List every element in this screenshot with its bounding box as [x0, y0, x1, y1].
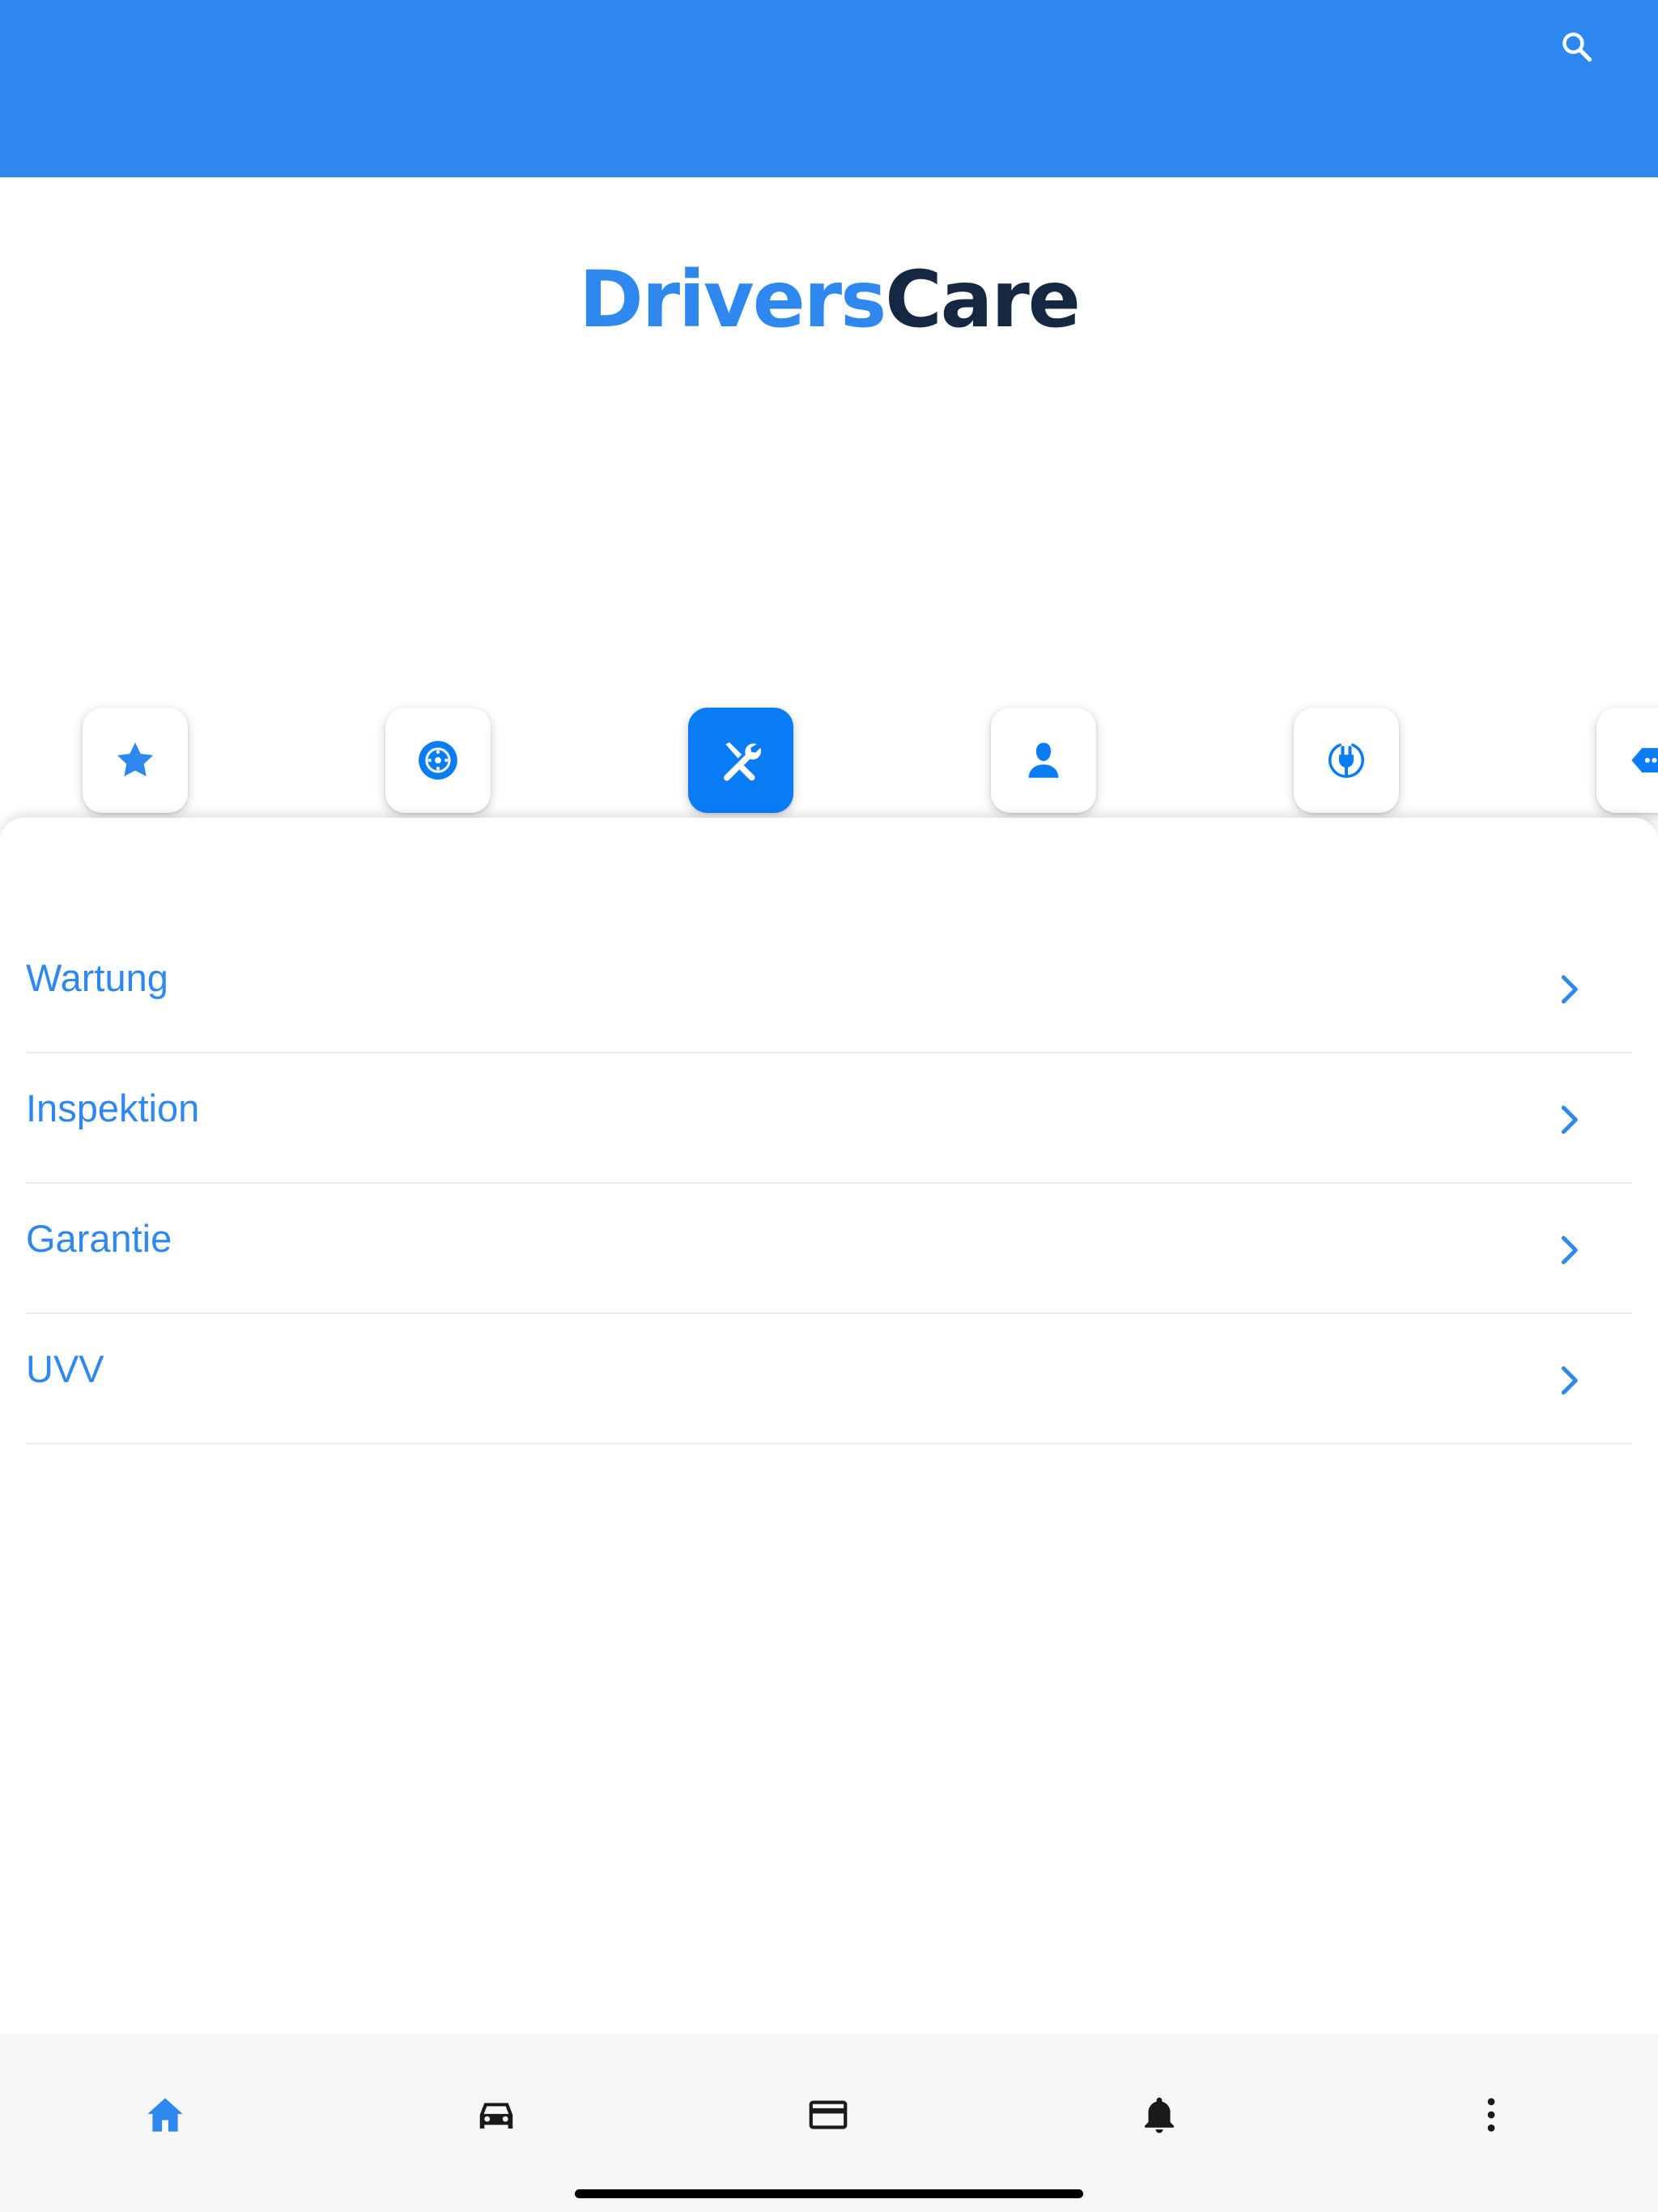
list-item[interactable]: Inspektion — [26, 1053, 1632, 1184]
logo-text-care: Care — [885, 254, 1081, 345]
tab-home[interactable] — [136, 2086, 194, 2144]
list-item[interactable]: Garantie — [26, 1184, 1632, 1314]
star-icon — [117, 742, 154, 776]
chevron-right-icon — [1561, 1236, 1578, 1265]
app-root: Drivers Care Wartung Inspektion Garantie… — [0, 0, 1658, 2212]
category-tiles — [0, 708, 1658, 815]
list-item-label: UVV — [26, 1347, 104, 1390]
logo-text-drivers: Drivers — [579, 254, 886, 345]
ev-plug-icon — [1329, 743, 1364, 778]
person-icon — [1028, 742, 1059, 778]
credit-card-icon — [809, 2100, 848, 2129]
car-icon — [479, 2103, 513, 2129]
home-icon — [147, 2098, 183, 2132]
tab-more[interactable] — [1462, 2086, 1520, 2144]
tab-payment[interactable] — [799, 2086, 857, 2144]
list-item-label: Inspektion — [26, 1087, 200, 1129]
category-tile-tires[interactable] — [385, 708, 491, 813]
service-menu-list: Wartung Inspektion Garantie UVV — [26, 923, 1632, 1444]
search-button[interactable] — [1548, 18, 1606, 76]
app-logo: Drivers Care — [0, 251, 1658, 348]
home-indicator — [575, 2189, 1083, 2198]
chevron-right-icon — [1561, 1366, 1578, 1395]
list-item[interactable]: Wartung — [26, 923, 1632, 1053]
chevron-right-icon — [1561, 975, 1578, 1004]
bell-icon — [1145, 2097, 1174, 2133]
list-item-label: Wartung — [26, 956, 168, 999]
content-sheet: Wartung Inspektion Garantie UVV — [0, 818, 1658, 2034]
category-tile-offers[interactable] — [1596, 708, 1658, 813]
category-tile-charging[interactable] — [1294, 708, 1399, 813]
tag-icon — [1631, 747, 1658, 773]
top-app-bar — [0, 0, 1658, 177]
tire-icon — [419, 741, 457, 780]
category-tile-favorites[interactable] — [83, 708, 188, 813]
search-icon — [1562, 32, 1592, 62]
list-item-label: Garantie — [26, 1217, 172, 1260]
category-tile-service[interactable] — [688, 708, 793, 813]
tab-notifications[interactable] — [1130, 2086, 1188, 2144]
bottom-tab-bar — [0, 2034, 1658, 2212]
category-tile-driver[interactable] — [991, 708, 1096, 813]
list-item[interactable]: UVV — [26, 1314, 1632, 1444]
chevron-right-icon — [1561, 1105, 1578, 1134]
wrench-screwdriver-icon — [724, 742, 762, 781]
tab-vehicle[interactable] — [467, 2086, 525, 2144]
more-vertical-icon — [1487, 2098, 1495, 2132]
